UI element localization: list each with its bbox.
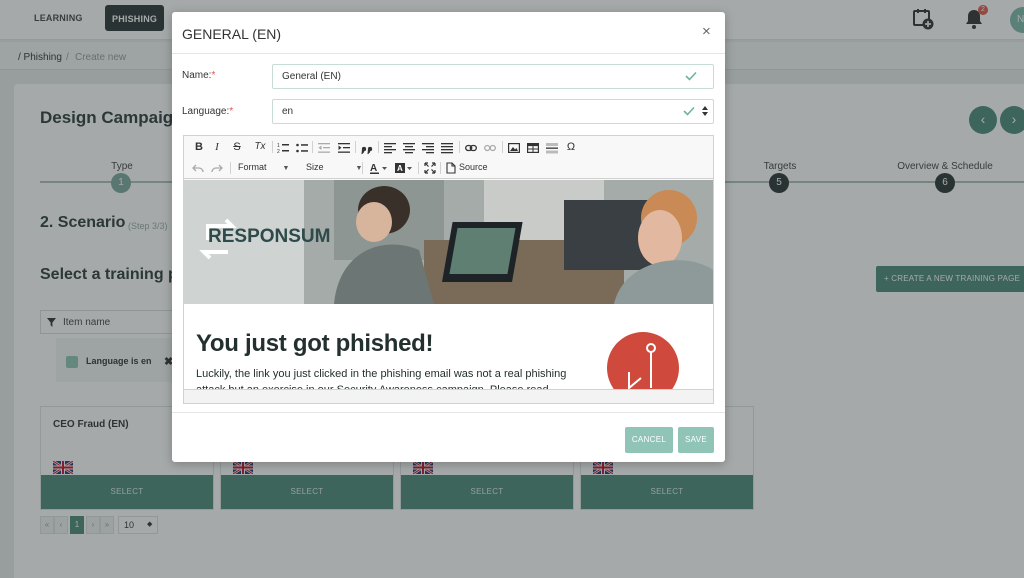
source-icon[interactable] — [446, 161, 456, 175]
toolbar-separator — [502, 141, 503, 153]
image-icon[interactable] — [508, 141, 520, 155]
select-arrows-icon — [702, 106, 708, 116]
blockquote-icon[interactable] — [361, 141, 373, 155]
toolbar-separator — [355, 141, 356, 153]
align-left-icon[interactable] — [384, 141, 396, 155]
toolbar-separator — [378, 141, 379, 153]
check-icon — [685, 71, 697, 81]
content-heading: You just got phished! — [196, 330, 434, 357]
rich-text-editor: B I S Tx 12 Ω Format ▼ Size ▼ A A Source… — [183, 135, 714, 404]
check-icon — [683, 106, 695, 116]
svg-text:A: A — [397, 164, 403, 173]
bold-button[interactable]: B — [192, 140, 206, 154]
text-color-icon[interactable]: A — [370, 161, 388, 175]
italic-button[interactable]: I — [210, 140, 224, 154]
outdent-icon[interactable] — [318, 141, 330, 155]
modal-footer: CANCEL SAVE — [172, 412, 725, 462]
bullet-list-icon[interactable] — [296, 141, 308, 155]
edit-training-page-modal: GENERAL (EN) × Name:* General (EN) Langu… — [172, 12, 725, 462]
editor-content[interactable]: RESPONSUM You just got phished! Luckily,… — [184, 180, 713, 389]
editor-statusbar — [184, 389, 713, 403]
svg-text:2: 2 — [277, 149, 280, 155]
maximize-icon[interactable] — [424, 161, 436, 175]
brand-logo: RESPONSUM — [208, 226, 330, 247]
language-label: Language:* — [182, 106, 234, 117]
name-label: Name:* — [182, 70, 216, 81]
background-color-icon[interactable]: A — [395, 161, 413, 175]
size-dropdown[interactable]: Size ▼ — [306, 160, 362, 174]
strikethrough-button[interactable]: S — [230, 140, 244, 154]
language-value: en — [282, 106, 294, 117]
source-button[interactable]: Source — [459, 160, 488, 174]
toolbar-separator — [230, 162, 231, 174]
align-center-icon[interactable] — [403, 141, 415, 155]
link-icon[interactable] — [465, 141, 477, 155]
align-right-icon[interactable] — [422, 141, 434, 155]
special-character-icon[interactable]: Ω — [564, 140, 578, 154]
cancel-button[interactable]: CANCEL — [625, 427, 673, 453]
remove-format-button[interactable]: Tx — [252, 140, 268, 154]
toolbar-separator — [459, 141, 460, 153]
name-value: General (EN) — [282, 71, 341, 82]
fishing-hook-icon — [628, 343, 656, 389]
toolbar-separator — [272, 141, 273, 153]
banner-image: RESPONSUM — [184, 180, 713, 304]
toolbar-separator — [440, 162, 441, 174]
content-paragraph: Luckily, the link you just clicked in th… — [196, 368, 567, 389]
language-select[interactable]: en — [272, 99, 714, 124]
hook-logo — [607, 332, 679, 389]
toolbar-separator — [362, 162, 363, 174]
numbered-list-icon[interactable]: 12 — [277, 141, 289, 155]
undo-icon[interactable] — [192, 161, 204, 175]
unlink-icon[interactable] — [484, 141, 496, 155]
save-button[interactable]: SAVE — [678, 427, 714, 453]
indent-icon[interactable] — [338, 141, 350, 155]
svg-text:A: A — [370, 163, 377, 174]
modal-title: GENERAL (EN) — [182, 26, 282, 42]
toolbar-separator — [418, 162, 419, 174]
name-field[interactable]: General (EN) — [272, 64, 714, 89]
format-dropdown[interactable]: Format ▼ — [238, 160, 289, 174]
modal-header: GENERAL (EN) × — [172, 12, 725, 54]
toolbar-separator — [312, 141, 313, 153]
redo-icon[interactable] — [211, 161, 223, 175]
table-icon[interactable] — [527, 141, 539, 155]
align-justify-icon[interactable] — [441, 141, 453, 155]
close-icon[interactable]: × — [702, 23, 711, 40]
editor-toolbar: B I S Tx 12 Ω Format ▼ Size ▼ A A Source — [184, 136, 713, 179]
horizontal-line-icon[interactable] — [546, 141, 558, 155]
